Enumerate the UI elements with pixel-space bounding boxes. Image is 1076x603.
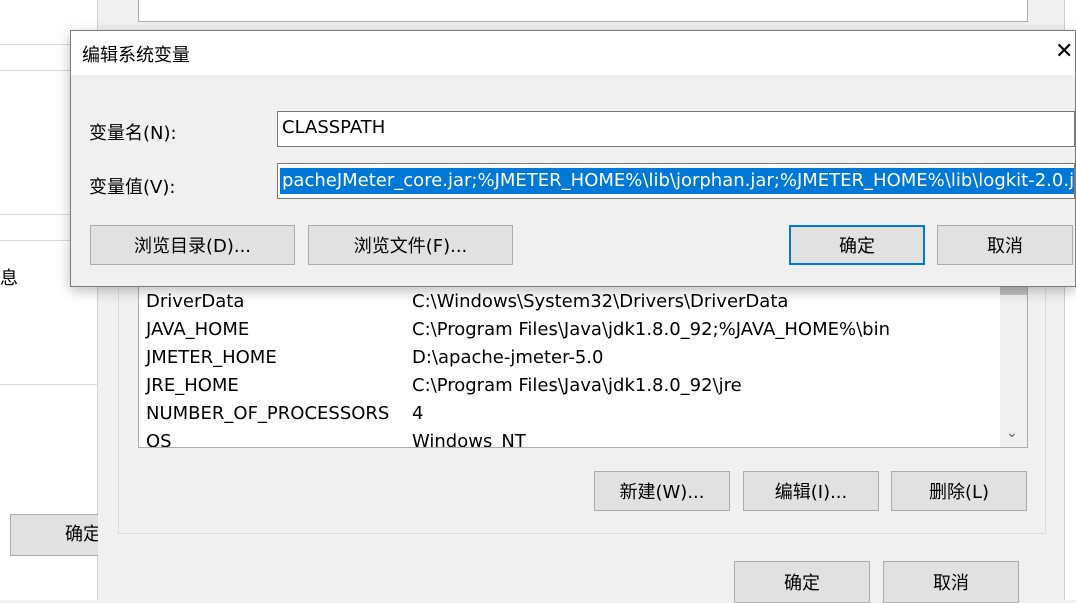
edit-system-variable-dialog: 编辑系统变量 ✕ 变量名(N): CLASSPATH 变量值(V): pache… — [70, 30, 1076, 287]
dialog-titlebar: 编辑系统变量 ✕ — [71, 31, 1075, 75]
chevron-down-icon[interactable]: ⌄ — [1006, 425, 1018, 441]
variable-name: DriverData — [146, 291, 245, 312]
variable-value: Windows_NT — [412, 431, 526, 448]
close-icon[interactable]: ✕ — [1055, 37, 1075, 67]
system-variables-list[interactable]: DriverData C:\Windows\System32\Drivers\D… — [138, 270, 1028, 448]
edit-variable-button[interactable]: 编辑(I)... — [743, 471, 879, 511]
variable-value-selected-text: pacheJMeter_core.jar;%JMETER_HOME%\lib\j… — [280, 168, 1074, 194]
variable-name-input[interactable]: CLASSPATH — [277, 111, 1075, 147]
variable-value: C:\Program Files\Java\jdk1.8.0_92;%JAVA_… — [412, 319, 890, 340]
variable-name: JRE_HOME — [146, 375, 239, 396]
browse-directory-button[interactable]: 浏览目录(D)... — [90, 225, 295, 265]
list-scrollbar[interactable]: ⌄ — [1000, 271, 1027, 447]
background-ok-button[interactable]: 确定 — [10, 514, 108, 556]
variable-value: D:\apache-jmeter-5.0 — [412, 347, 604, 368]
browse-file-button[interactable]: 浏览文件(F)... — [308, 225, 513, 265]
variable-value-input[interactable]: pacheJMeter_core.jar;%JMETER_HOME%\lib\j… — [277, 163, 1075, 199]
divider — [0, 384, 98, 385]
variable-name: OS — [146, 431, 172, 448]
variable-value: C:\Windows\System32\Drivers\DriverData — [412, 291, 789, 312]
variable-value: 4 — [412, 403, 424, 424]
user-variables-list[interactable] — [138, 0, 1028, 22]
env-cancel-button[interactable]: 取消 — [883, 561, 1019, 603]
variable-value-label: 变量值(V): — [89, 177, 176, 198]
info-text-fragment: 息 — [0, 268, 18, 289]
env-ok-button[interactable]: 确定 — [734, 561, 870, 603]
variable-name: NUMBER_OF_PROCESSORS — [146, 403, 390, 424]
dialog-ok-button[interactable]: 确定 — [789, 225, 925, 265]
variable-name-value: CLASSPATH — [282, 117, 386, 138]
delete-variable-button[interactable]: 删除(L) — [891, 471, 1027, 511]
new-variable-button[interactable]: 新建(W)... — [594, 471, 730, 511]
variable-name-label: 变量名(N): — [89, 123, 177, 144]
dialog-title: 编辑系统变量 — [82, 45, 190, 66]
dialog-cancel-button[interactable]: 取消 — [937, 225, 1073, 265]
variable-name: JAVA_HOME — [146, 319, 250, 340]
variable-value: C:\Program Files\Java\jdk1.8.0_92\jre — [412, 375, 742, 396]
variable-name: JMETER_HOME — [146, 347, 277, 368]
